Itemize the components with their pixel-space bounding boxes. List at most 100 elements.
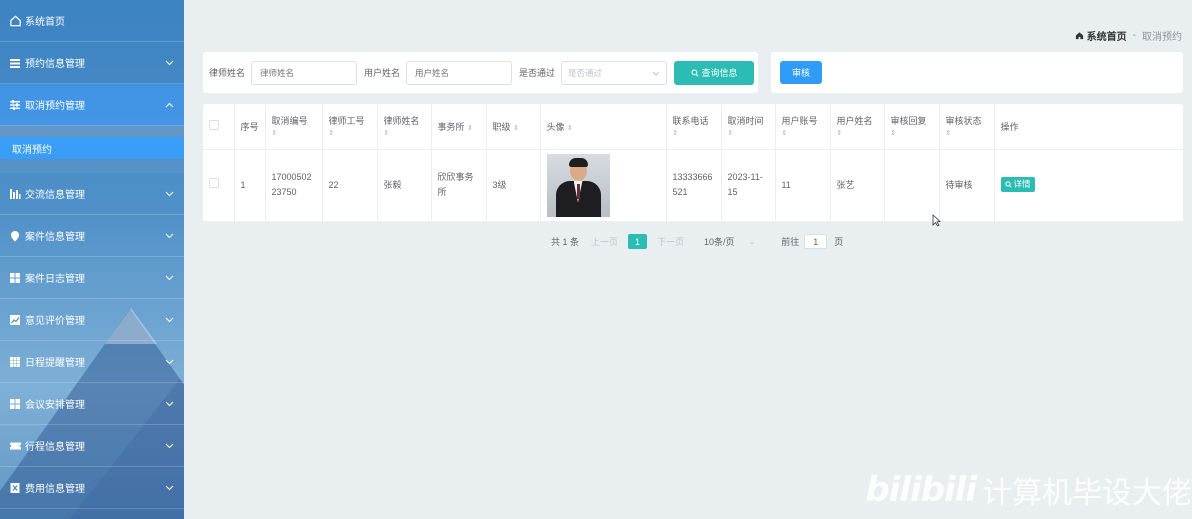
search-panel: 律师姓名 用户姓名 是否通过 是否通过 查询信息 [203, 52, 758, 93]
sidebar-subitem-cancel-reservation[interactable]: 取消预约 [0, 137, 184, 159]
chevron-down-icon [164, 441, 174, 451]
sidebar-item-label: 日程提醒管理 [25, 358, 85, 369]
sort-icon[interactable]: ⇕ [272, 130, 316, 138]
pagination-size-select[interactable]: 10条/页 ⌄ [704, 235, 755, 248]
user-name-input[interactable] [406, 60, 513, 85]
chevron-down-icon: ⌄ [748, 237, 756, 246]
sidebar-item-label: 会议安排管理 [25, 400, 85, 411]
sort-icon[interactable]: ⇕ [384, 130, 425, 138]
chevron-down-icon [164, 58, 174, 68]
pagination-prev-button[interactable]: 上一页 [591, 235, 618, 248]
sidebar-item-label: 预约信息管理 [25, 59, 85, 70]
sort-icon[interactable]: ⇕ [513, 125, 519, 132]
breadcrumb-separator: - [1132, 30, 1136, 41]
sidebar-item-case-info[interactable]: 案件信息管理 [0, 215, 184, 257]
column-header[interactable]: 审核状态 ⇕ [939, 104, 995, 150]
select-all-checkbox[interactable] [209, 120, 219, 131]
sort-icon[interactable]: ⇕ [567, 125, 573, 132]
cell-cancel-no: 17000502 23750 [265, 149, 323, 222]
sort-icon[interactable]: ⇕ [728, 130, 769, 138]
breadcrumb-home[interactable]: 系统首页 [1075, 28, 1127, 43]
pagination-page-1[interactable]: 1 [628, 234, 648, 249]
column-header[interactable]: 律师工号 ⇕ [322, 104, 378, 150]
passed-label: 是否通过 [519, 68, 556, 78]
row-select-cell [203, 149, 235, 222]
column-header[interactable]: 联系电话 ⇕ [666, 104, 722, 150]
sidebar-item-case-log[interactable]: 案件日志管理 [0, 257, 184, 299]
sidebar-item-itinerary[interactable]: 行程信息管理 [0, 425, 184, 467]
pagination-page-suffix: 页 [834, 237, 844, 247]
cell-user-name: 张艺 [830, 149, 885, 222]
excel-icon [8, 481, 22, 495]
watermark-text: 计算机毕设大佬 [982, 476, 1192, 511]
cell-rank: 3级 [486, 149, 541, 222]
sidebar-item-expense[interactable]: 费用信息管理 [0, 467, 184, 509]
chevron-down-icon [164, 357, 174, 367]
search-icon [1004, 181, 1012, 188]
detail-button-label: 详情 [1013, 179, 1031, 189]
column-header[interactable]: 头像 ⇕ [540, 104, 667, 150]
cell-actions: 详情 [994, 149, 1183, 222]
pagination-size-value: 10条/页 [704, 237, 735, 247]
column-header[interactable]: 职级 ⇕ [486, 104, 541, 150]
home-icon [8, 14, 22, 28]
sidebar-item-home[interactable]: 系统首页 [0, 0, 184, 42]
row-checkbox[interactable] [209, 177, 219, 188]
breadcrumb-home-label: 系统首页 [1086, 32, 1127, 43]
sort-icon[interactable]: ⇕ [467, 125, 473, 132]
pagination-next-button[interactable]: 下一页 [657, 235, 684, 248]
sidebar-item-cancel-reservation[interactable]: 取消预约管理 [0, 84, 184, 126]
sort-icon[interactable]: ⇕ [329, 130, 371, 138]
column-header[interactable]: 取消时间 ⇕ [721, 104, 776, 150]
sidebar-item-label: 系统首页 [25, 17, 65, 28]
lawyer-name-input[interactable] [251, 60, 358, 85]
column-header: 操作 [994, 104, 1183, 150]
detail-button[interactable]: 详情 [1000, 177, 1035, 192]
chevron-down-icon [164, 315, 174, 325]
column-header[interactable]: 取消编号 ⇕ [265, 104, 323, 150]
audit-button[interactable]: 审核 [780, 61, 822, 84]
sidebar-item-reservation[interactable]: 预约信息管理 [0, 42, 184, 84]
sidebar-item-meeting[interactable]: 会议安排管理 [0, 383, 184, 425]
sidebar-item-schedule-reminder[interactable]: 日程提醒管理 [0, 341, 184, 383]
pagination-goto-input[interactable] [804, 234, 828, 249]
sidebar-item-label: 费用信息管理 [25, 484, 85, 495]
lawyer-name-label: 律师姓名 [209, 68, 246, 78]
sort-icon[interactable]: ⇕ [837, 130, 878, 138]
column-header[interactable]: 律师姓名 ⇕ [377, 104, 432, 150]
sidebar-menu: 系统首页 预约信息管理 取消预约管理 取消预约 交流信息管理 案件信息管理 案件… [0, 0, 184, 509]
column-header[interactable]: 用户姓名 ⇕ [830, 104, 885, 150]
column-header[interactable]: 事务所 ⇕ [431, 104, 487, 150]
avatar[interactable] [546, 153, 610, 217]
map-pin-icon [8, 229, 22, 243]
breadcrumb: 系统首页 - 取消预约 [1075, 28, 1182, 43]
sort-icon[interactable]: ⇕ [782, 130, 824, 138]
table-header-row: 序号 取消编号 ⇕ 律师工号 ⇕ 律师姓名 ⇕ 事务所 ⇕ 职级 ⇕ 头像 ⇕ 联系电… [203, 104, 1183, 150]
sort-icon[interactable]: ⇕ [946, 130, 988, 138]
cell-audit-reply [884, 149, 940, 222]
passed-select-placeholder: 是否通过 [568, 67, 603, 78]
query-button[interactable]: 查询信息 [674, 60, 755, 85]
list-icon [8, 56, 22, 70]
pagination-goto-label: 前往 [781, 237, 800, 247]
column-header[interactable]: 用户账号 ⇕ [775, 104, 831, 150]
sidebar-item-feedback[interactable]: 意见评价管理 [0, 299, 184, 341]
sidebar-item-communication[interactable]: 交流信息管理 [0, 173, 184, 215]
sliders-icon [8, 98, 22, 112]
column-header[interactable]: 审核回复 ⇕ [884, 104, 940, 150]
select-all-cell [203, 104, 235, 150]
sort-icon[interactable]: ⇕ [891, 130, 933, 138]
home-icon [1075, 31, 1084, 40]
cell-user-account: 11 [775, 149, 831, 222]
submenu-spacer [0, 159, 184, 173]
chevron-down-icon [164, 273, 174, 283]
sidebar-item-label: 案件信息管理 [25, 232, 85, 243]
table-row[interactable]: 1 17000502 23750 22 张毅 欣欣事务所 3级 13333666… [203, 149, 1183, 222]
bilibili-logo: bilibili [865, 470, 977, 510]
cell-cancel-time: 2023-11- 15 [721, 149, 776, 222]
passed-select[interactable]: 是否通过 [561, 60, 668, 85]
sort-icon[interactable]: ⇕ [673, 130, 715, 138]
submenu-spacer [0, 126, 184, 137]
sidebar-item-label: 意见评价管理 [25, 316, 85, 327]
sidebar-item-label: 行程信息管理 [25, 442, 85, 453]
